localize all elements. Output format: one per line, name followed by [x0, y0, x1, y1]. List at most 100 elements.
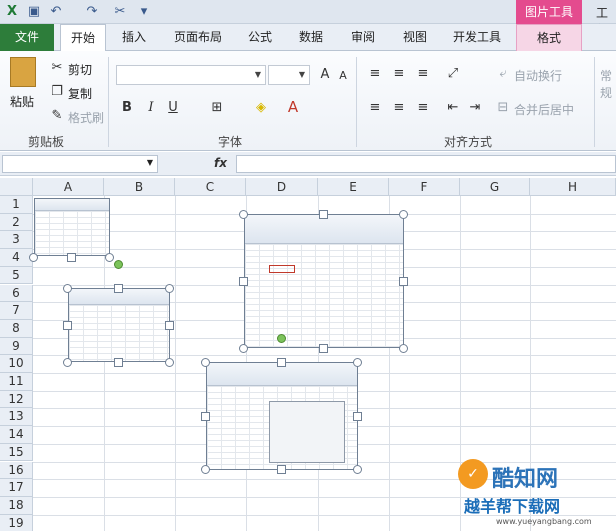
row-header[interactable]: 10 [0, 355, 33, 373]
row-header[interactable]: 17 [0, 479, 33, 497]
resize-handle[interactable] [165, 321, 174, 330]
undo-icon[interactable]: ↶ [48, 4, 64, 20]
row-header[interactable]: 9 [0, 337, 33, 356]
resize-handle[interactable] [399, 344, 408, 353]
row-header[interactable]: 16 [0, 461, 33, 480]
name-box[interactable]: ▼ [2, 155, 158, 173]
paste-icon[interactable] [10, 57, 36, 87]
tab-page-layout[interactable]: 页面布局 [164, 24, 232, 51]
resize-handle[interactable] [165, 284, 174, 293]
italic-button[interactable]: I [142, 99, 160, 117]
copy-button[interactable]: 复制 [68, 85, 92, 102]
row-header[interactable]: 5 [0, 266, 33, 285]
rotate-handle[interactable] [277, 334, 286, 343]
select-all-corner[interactable] [0, 178, 33, 196]
cut-button[interactable]: 剪切 [68, 61, 92, 78]
column-header[interactable]: D [246, 178, 318, 196]
resize-handle[interactable] [319, 210, 328, 219]
resize-handle[interactable] [105, 253, 114, 262]
fill-color-icon[interactable]: ◈ [252, 99, 270, 117]
picture-thumbnail-3[interactable] [244, 214, 404, 348]
increase-indent-icon[interactable]: ⇥ [466, 99, 484, 117]
row-header[interactable]: 18 [0, 496, 33, 515]
column-header[interactable]: A [33, 178, 104, 196]
row-header[interactable]: 15 [0, 443, 33, 462]
row-header[interactable]: 11 [0, 373, 33, 391]
align-bottom-icon[interactable]: ≡ [414, 65, 432, 83]
column-header[interactable]: B [104, 178, 175, 196]
format-painter-button[interactable]: 格式刷 [68, 109, 104, 126]
align-middle-icon[interactable]: ≡ [390, 65, 408, 83]
redo-icon[interactable]: ↷ [84, 4, 100, 20]
rotate-handle[interactable] [114, 260, 123, 269]
decrease-indent-icon[interactable]: ⇤ [444, 99, 462, 117]
underline-button[interactable]: U [164, 99, 182, 117]
customize-qat-icon[interactable]: ▾ [136, 4, 152, 20]
tab-view[interactable]: 视图 [394, 24, 436, 51]
resize-handle[interactable] [399, 277, 408, 286]
tab-insert[interactable]: 插入 [112, 24, 156, 51]
tab-review[interactable]: 审阅 [342, 24, 384, 51]
resize-handle[interactable] [201, 465, 210, 474]
picture-thumbnail-4[interactable] [206, 362, 358, 470]
row-header[interactable]: 7 [0, 302, 33, 320]
row-header[interactable]: 19 [0, 514, 33, 531]
column-header[interactable]: E [318, 178, 389, 196]
resize-handle[interactable] [319, 344, 328, 353]
resize-handle[interactable] [239, 277, 248, 286]
row-header[interactable]: 2 [0, 213, 33, 232]
resize-handle[interactable] [353, 358, 362, 367]
tab-formulas[interactable]: 公式 [240, 24, 280, 51]
resize-handle[interactable] [29, 253, 38, 262]
tab-format[interactable]: 格式 [516, 24, 582, 51]
formula-input[interactable] [236, 155, 616, 173]
borders-icon[interactable]: ⊞ [208, 99, 226, 117]
resize-handle[interactable] [63, 321, 72, 330]
align-top-icon[interactable]: ≡ [366, 65, 384, 83]
column-header[interactable]: C [175, 178, 246, 196]
column-header[interactable]: H [530, 178, 616, 196]
align-left-icon[interactable]: ≡ [366, 99, 384, 117]
resize-handle[interactable] [277, 465, 286, 474]
resize-handle[interactable] [353, 465, 362, 474]
resize-handle[interactable] [165, 358, 174, 367]
resize-handle[interactable] [353, 412, 362, 421]
align-right-icon[interactable]: ≡ [414, 99, 432, 117]
resize-handle[interactable] [63, 358, 72, 367]
picture-thumbnail-1[interactable] [34, 198, 110, 256]
column-header[interactable]: G [460, 178, 530, 196]
tools-icon[interactable]: ✂ [112, 4, 128, 20]
tab-developer[interactable]: 开发工具 [444, 24, 510, 51]
orientation-icon[interactable]: ⤢ [444, 65, 462, 83]
resize-handle[interactable] [67, 253, 76, 262]
save-icon[interactable]: ▣ [26, 4, 42, 20]
row-header[interactable]: 8 [0, 319, 33, 338]
insert-function-button[interactable]: fx [214, 156, 227, 170]
tab-data[interactable]: 数据 [290, 24, 332, 51]
column-header[interactable]: F [389, 178, 460, 196]
tab-file[interactable]: 文件 [0, 24, 54, 51]
resize-handle[interactable] [201, 358, 210, 367]
font-color-icon[interactable]: A [284, 98, 302, 116]
shrink-font-icon[interactable]: A [334, 67, 352, 85]
row-header[interactable]: 3 [0, 231, 33, 250]
resize-handle[interactable] [399, 210, 408, 219]
bold-button[interactable]: B [118, 99, 136, 117]
align-center-icon[interactable]: ≡ [390, 99, 408, 117]
tab-home[interactable]: 开始 [60, 24, 106, 52]
row-header[interactable]: 13 [0, 408, 33, 427]
resize-handle[interactable] [239, 210, 248, 219]
paste-button[interactable]: 粘贴 [10, 93, 34, 110]
picture-thumbnail-2[interactable] [68, 288, 170, 362]
resize-handle[interactable] [201, 412, 210, 421]
font-name-select[interactable]: ▼ [116, 65, 266, 85]
wrap-text-button[interactable]: 自动换行 [514, 67, 562, 84]
resize-handle[interactable] [63, 284, 72, 293]
resize-handle[interactable] [239, 344, 248, 353]
grow-font-icon[interactable]: A [316, 66, 334, 84]
merge-center-button[interactable]: 合并后居中 [514, 101, 574, 118]
font-size-select[interactable]: ▼ [268, 65, 310, 85]
row-header[interactable]: 14 [0, 426, 33, 444]
row-header[interactable]: 6 [0, 284, 33, 303]
resize-handle[interactable] [114, 284, 123, 293]
